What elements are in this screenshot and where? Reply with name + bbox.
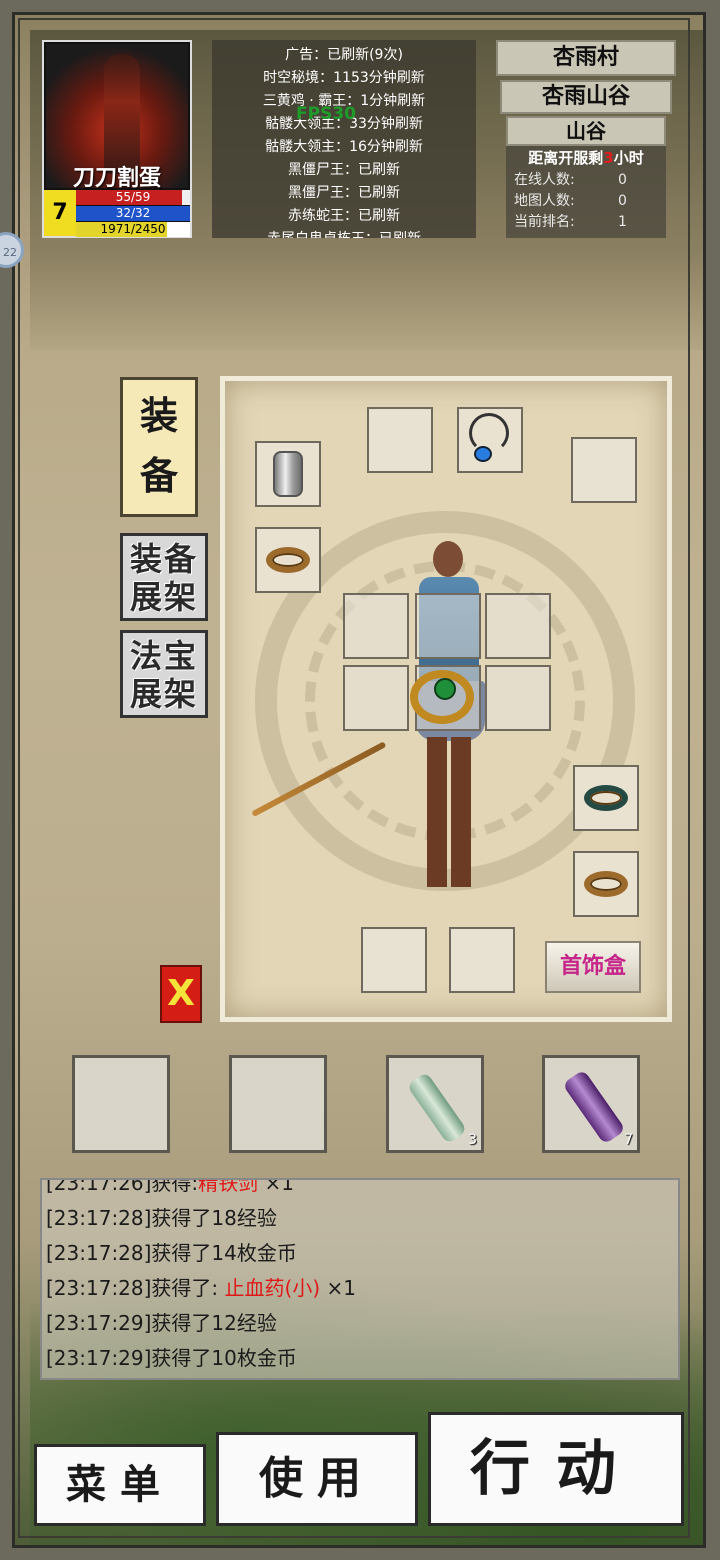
quickbar-slot-3[interactable]: 3	[386, 1055, 484, 1153]
exp-bar: 1971/2450	[76, 222, 190, 237]
close-button[interactable]: X	[160, 965, 202, 1023]
necklace-icon	[469, 413, 509, 462]
log-line: [23:17:29]获得了12经验	[46, 1311, 277, 1335]
log-line: [23:17:28]获得了14枚金币	[46, 1241, 297, 1265]
log-item-name: 止血药(小)	[224, 1276, 321, 1300]
jade-bracer-icon	[584, 785, 628, 811]
warrior-figure-icon	[104, 54, 140, 174]
player-level: 7	[44, 190, 77, 236]
server-open-countdown: 距离开服剩3小时	[528, 149, 644, 167]
tab-equipment-shelf[interactable]: 装备 展架	[120, 533, 208, 621]
equip-slot-right-bracer[interactable]	[573, 765, 639, 831]
use-button[interactable]: 使用	[216, 1432, 418, 1526]
quickbar-slot-1[interactable]	[72, 1055, 170, 1153]
exp-text: 1971/2450	[100, 222, 166, 236]
server-info-panel: 距离开服剩3小时 在线人数: 0 地图人数: 0 当前排名: 1	[506, 146, 666, 238]
player-portrait[interactable]: 刀刀割蛋 7 55/59 32/32 1971/2450	[42, 40, 192, 238]
mp-text: 32/32	[115, 206, 151, 220]
character-legs	[427, 737, 471, 887]
boss-row: 黑僵尸王：已刷新	[288, 162, 400, 178]
tab-treasure-shelf[interactable]: 法宝 展架	[120, 630, 208, 718]
character-head	[433, 541, 463, 577]
boss-row: 赤尾白鬼卓栋王：已刷新	[212, 228, 476, 238]
mp-bar: 32/32	[76, 206, 190, 221]
menu-button[interactable]: 菜单	[34, 1444, 206, 1526]
online-count: 在线人数: 0	[514, 172, 627, 188]
quickbar-slot-2[interactable]	[229, 1055, 327, 1153]
log-line: [23:17:29]获得了10枚金币	[46, 1346, 297, 1370]
action-button[interactable]: 行动	[428, 1412, 684, 1526]
equip-slot-armor-6[interactable]	[485, 665, 551, 731]
emerald-ring-icon	[410, 670, 474, 724]
equip-slot-armor-1[interactable]	[343, 593, 409, 659]
location-village-button[interactable]: 杏雨村	[496, 40, 676, 76]
jewelry-box-button[interactable]: 首饰盒	[545, 941, 641, 993]
location-area-button[interactable]: 杏雨山谷	[500, 80, 672, 114]
hp-text: 55/59	[115, 190, 151, 204]
equip-slot-weapon[interactable]	[343, 665, 409, 731]
log-item-name: 精铁剑	[198, 1178, 259, 1195]
ring-icon	[266, 547, 310, 573]
equip-slot-gem[interactable]	[449, 927, 515, 993]
boss-row: 时空秘境：1153分钟刷新	[263, 70, 425, 86]
item-count: 3	[468, 1132, 477, 1148]
boss-refresh-board[interactable]: 广告：已刷新(9次) 时空秘境：1153分钟刷新 三黄鸡 · 霸王：1分钟刷新 …	[212, 40, 476, 238]
equip-slot-armor-3[interactable]	[485, 593, 551, 659]
item-count: 7	[624, 1132, 633, 1148]
log-line: [23:17:28]获得了18经验	[46, 1206, 277, 1230]
fps-counter: FPS30	[296, 104, 356, 124]
equip-slot-necklace[interactable]	[457, 407, 523, 473]
ad-refresh-status[interactable]: 广告：已刷新(9次)	[212, 44, 476, 67]
log-line: [23:17:26]获得:精铁剑 ×1	[42, 1178, 678, 1201]
map-count: 地图人数: 0	[514, 193, 627, 209]
player-name: 刀刀割蛋	[72, 166, 161, 191]
bracer-icon	[273, 451, 303, 497]
quickbar-slot-4[interactable]: 7	[542, 1055, 640, 1153]
tab-equipment[interactable]: 装 备	[120, 377, 198, 517]
equip-slot-boots[interactable]	[361, 927, 427, 993]
equip-slot-helmet[interactable]	[367, 407, 433, 473]
purple-scroll-icon	[562, 1069, 626, 1145]
boss-row: 黑僵尸王：已刷新	[288, 185, 400, 201]
boss-row: 骷髅大领主：16分钟刷新	[265, 139, 423, 155]
ring-icon	[584, 871, 628, 897]
equip-slot-left-bracer[interactable]	[255, 441, 321, 507]
hp-bar: 55/59	[76, 190, 190, 205]
log-line: [23:17:28]获得了: 止血药(小) ×1	[46, 1276, 356, 1300]
equip-slot-armor-2[interactable]	[415, 593, 481, 659]
equip-slot-medal[interactable]	[571, 437, 637, 503]
green-scroll-icon	[406, 1071, 468, 1145]
current-rank: 当前排名: 1	[514, 214, 627, 230]
equip-slot-left-ring[interactable]	[255, 527, 321, 593]
message-log[interactable]: [23:17:26]获得:精铁剑 ×1 [23:17:28]获得了18经验 [2…	[40, 1178, 680, 1380]
boss-row: 赤练蛇王：已刷新	[288, 208, 400, 224]
server-open-hours: 3	[603, 149, 614, 167]
equip-slot-right-ring[interactable]	[573, 851, 639, 917]
location-subarea-button[interactable]: 山谷	[506, 116, 666, 146]
